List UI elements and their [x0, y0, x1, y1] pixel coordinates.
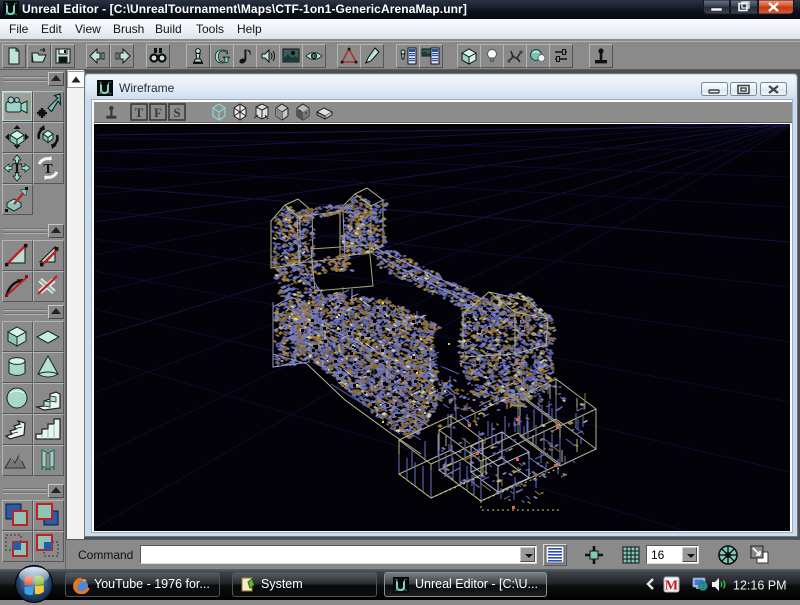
svg-text:T: T	[43, 162, 53, 177]
svg-text:F: F	[154, 105, 162, 120]
svg-text:G: G	[214, 46, 230, 67]
svg-text:S: S	[173, 105, 180, 120]
svg-text:12:16 PM: 12:16 PM	[733, 579, 787, 593]
svg-text:T: T	[135, 105, 144, 120]
svg-text:M: M	[665, 579, 678, 594]
